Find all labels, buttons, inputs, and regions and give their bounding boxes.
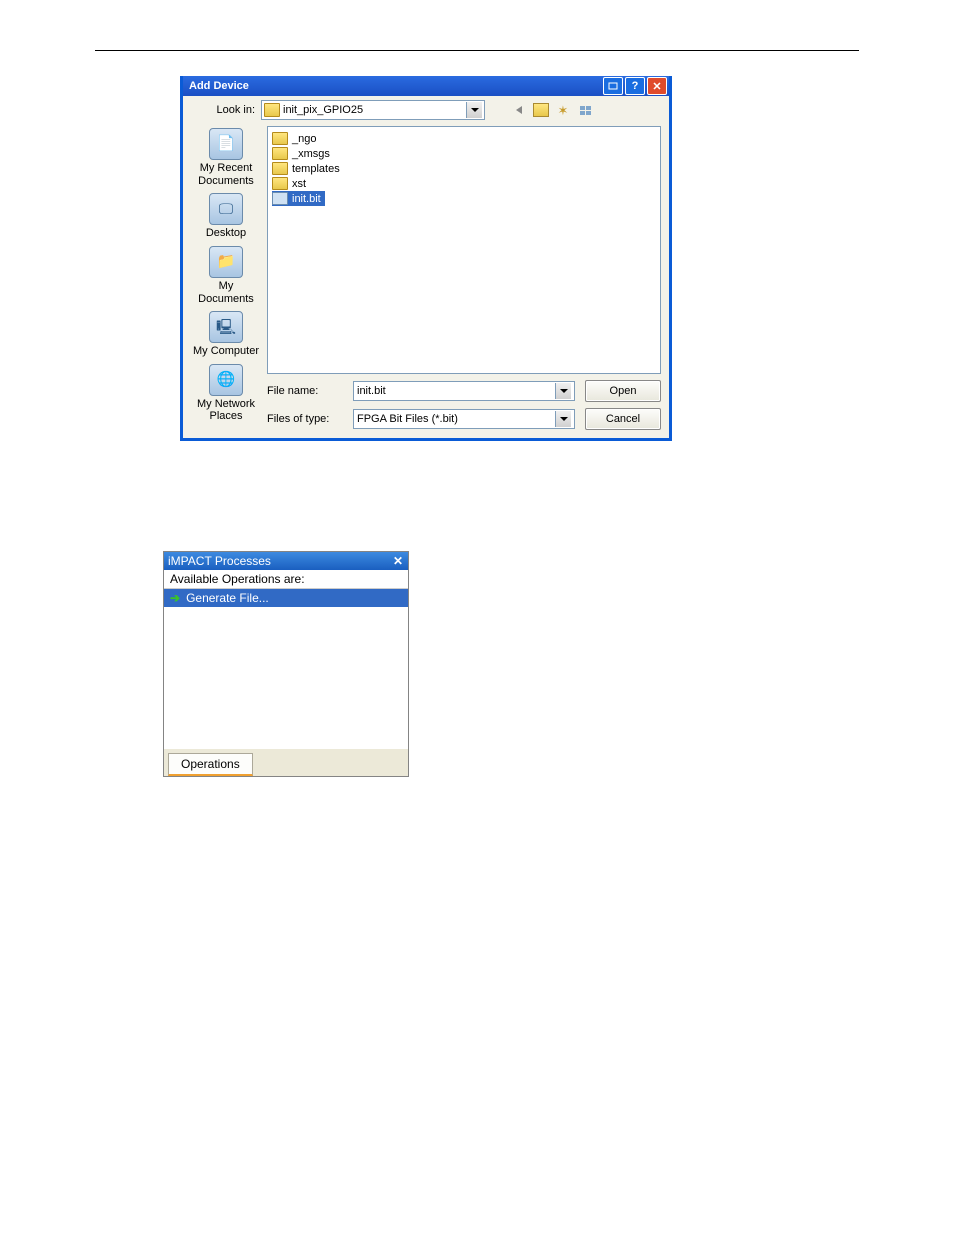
list-item[interactable]: _xmsgs <box>272 146 656 161</box>
dialog-title: Add Device <box>189 80 601 92</box>
close-icon[interactable]: ✕ <box>392 555 404 567</box>
place-desktop[interactable]: Desktop <box>191 193 261 240</box>
up-folder-button[interactable] <box>533 102 549 118</box>
pane-title: iMPACT Processes <box>168 554 392 568</box>
view-menu-button[interactable] <box>577 102 593 118</box>
filetype-label: Files of type: <box>267 413 343 425</box>
filetype-combo[interactable]: FPGA Bit Files (*.bit) <box>353 409 575 429</box>
documents-icon <box>209 246 243 278</box>
file-name: _ngo <box>292 133 316 145</box>
header-rule <box>95 50 859 51</box>
chevron-down-icon[interactable] <box>555 411 571 427</box>
filetype-value: FPGA Bit Files (*.bit) <box>357 413 555 425</box>
file-icon <box>272 192 288 205</box>
operations-list: ➔ Generate File... <box>164 589 408 749</box>
operation-generate-file[interactable]: ➔ Generate File... <box>164 589 408 607</box>
place-network[interactable]: My Network Places <box>191 364 261 423</box>
lookin-label: Look in: <box>191 104 255 116</box>
add-device-dialog: Add Device ? ✕ Look in: init_pix_GPIO25 … <box>180 76 672 441</box>
pane-titlebar[interactable]: iMPACT Processes ✕ <box>164 552 408 570</box>
back-button[interactable] <box>511 102 527 118</box>
network-icon <box>209 364 243 396</box>
place-label: My Recent Documents <box>191 162 261 187</box>
desktop-icon <box>209 193 243 225</box>
tab-operations[interactable]: Operations <box>168 753 253 776</box>
list-item[interactable]: templates <box>272 161 656 176</box>
chevron-down-icon[interactable] <box>466 102 482 118</box>
open-button[interactable]: Open <box>585 380 661 402</box>
folder-icon <box>272 177 288 190</box>
file-name: templates <box>292 163 340 175</box>
dialog-titlebar[interactable]: Add Device ? ✕ <box>183 76 669 96</box>
file-name: _xmsgs <box>292 148 330 160</box>
folder-icon <box>264 103 280 117</box>
filename-input[interactable]: init.bit <box>353 381 575 401</box>
filename-label: File name: <box>267 385 343 397</box>
computer-icon <box>209 311 243 343</box>
impact-processes-pane: iMPACT Processes ✕ Available Operations … <box>163 551 409 777</box>
place-computer[interactable]: My Computer <box>191 311 261 358</box>
place-label: My Documents <box>191 280 261 305</box>
place-label: My Computer <box>191 345 261 358</box>
file-name: init.bit <box>292 193 321 205</box>
folder-icon <box>272 132 288 145</box>
new-folder-button[interactable]: ✶ <box>555 102 571 118</box>
restore-button[interactable] <box>603 77 623 95</box>
chevron-down-icon[interactable] <box>555 383 571 399</box>
list-item[interactable]: xst <box>272 176 656 191</box>
recent-documents-icon <box>209 128 243 160</box>
place-label: Desktop <box>191 227 261 240</box>
cancel-button[interactable]: Cancel <box>585 408 661 430</box>
places-bar: My Recent Documents Desktop My Documents… <box>191 126 261 430</box>
folder-icon <box>272 147 288 160</box>
file-name: xst <box>292 178 306 190</box>
list-item[interactable]: _ngo <box>272 131 656 146</box>
help-button[interactable]: ? <box>625 77 645 95</box>
place-documents[interactable]: My Documents <box>191 246 261 305</box>
lookin-combo[interactable]: init_pix_GPIO25 <box>261 100 485 120</box>
arrow-right-icon: ➔ <box>170 591 180 605</box>
file-list[interactable]: _ngo _xmsgs templates xst init.bit <box>267 126 661 374</box>
filename-value: init.bit <box>357 385 555 397</box>
operation-label: Generate File... <box>186 591 269 605</box>
operations-header: Available Operations are: <box>164 570 408 589</box>
folder-icon <box>272 162 288 175</box>
place-label: My Network Places <box>191 398 261 423</box>
close-button[interactable]: ✕ <box>647 77 667 95</box>
place-recent[interactable]: My Recent Documents <box>191 128 261 187</box>
list-item-selected[interactable]: init.bit <box>272 191 325 206</box>
lookin-value: init_pix_GPIO25 <box>283 104 463 116</box>
